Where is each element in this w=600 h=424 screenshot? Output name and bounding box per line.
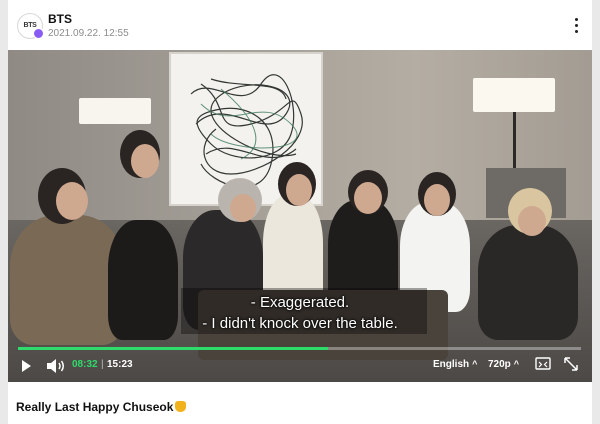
person-6-face (424, 184, 450, 216)
post-title[interactable]: Really Last Happy Chuseok (16, 400, 187, 414)
language-selector[interactable]: English ^ (433, 359, 477, 370)
play-icon[interactable] (22, 360, 31, 372)
chevron-up-icon: ^ (513, 359, 520, 369)
progress-bar[interactable] (18, 347, 581, 350)
quality-selector[interactable]: 720p ^ (488, 359, 519, 370)
volume-icon[interactable] (46, 358, 66, 374)
post-title-text: Really Last Happy Chuseok (16, 400, 174, 414)
current-time: 08:32 (72, 359, 98, 370)
subtitles-icon[interactable] (535, 357, 551, 370)
progress-fill (18, 347, 328, 350)
language-label: English (433, 359, 470, 370)
post-timestamp: 2021.09.22. 12:55 (48, 28, 129, 39)
channel-name[interactable]: BTS (48, 12, 72, 26)
floor-lamp (473, 78, 555, 112)
victory-hand-emoji (175, 401, 187, 412)
more-options-icon[interactable] (568, 14, 584, 36)
post-header: BTS BTS 2021.09.22. 12:55 (8, 0, 592, 52)
person-5-face (354, 182, 382, 214)
player-controls: 08:32 | 15:23 English ^ 720p ^ (8, 353, 592, 379)
person-7-face (518, 206, 546, 236)
lamp-left (79, 98, 151, 124)
quality-label: 720p (488, 359, 511, 370)
time-separator: | (101, 359, 104, 370)
fullscreen-icon[interactable] (564, 357, 578, 371)
subtitle-line-1: - Exaggerated. (250, 294, 350, 311)
person-4-face (286, 174, 312, 206)
verified-badge-icon (33, 28, 44, 39)
subtitle-line-2: - I didn't knock over the table. (202, 315, 398, 332)
video-player[interactable]: - Exaggerated. - I didn't knock over the… (8, 50, 592, 382)
post-card: BTS BTS 2021.09.22. 12:55 - Exaggerated.… (8, 0, 592, 424)
person-1-face (56, 182, 88, 220)
total-duration: 15:23 (107, 359, 133, 370)
chevron-up-icon: ^ (472, 359, 478, 369)
person-2-face (131, 144, 159, 178)
person-3-face (230, 194, 256, 222)
